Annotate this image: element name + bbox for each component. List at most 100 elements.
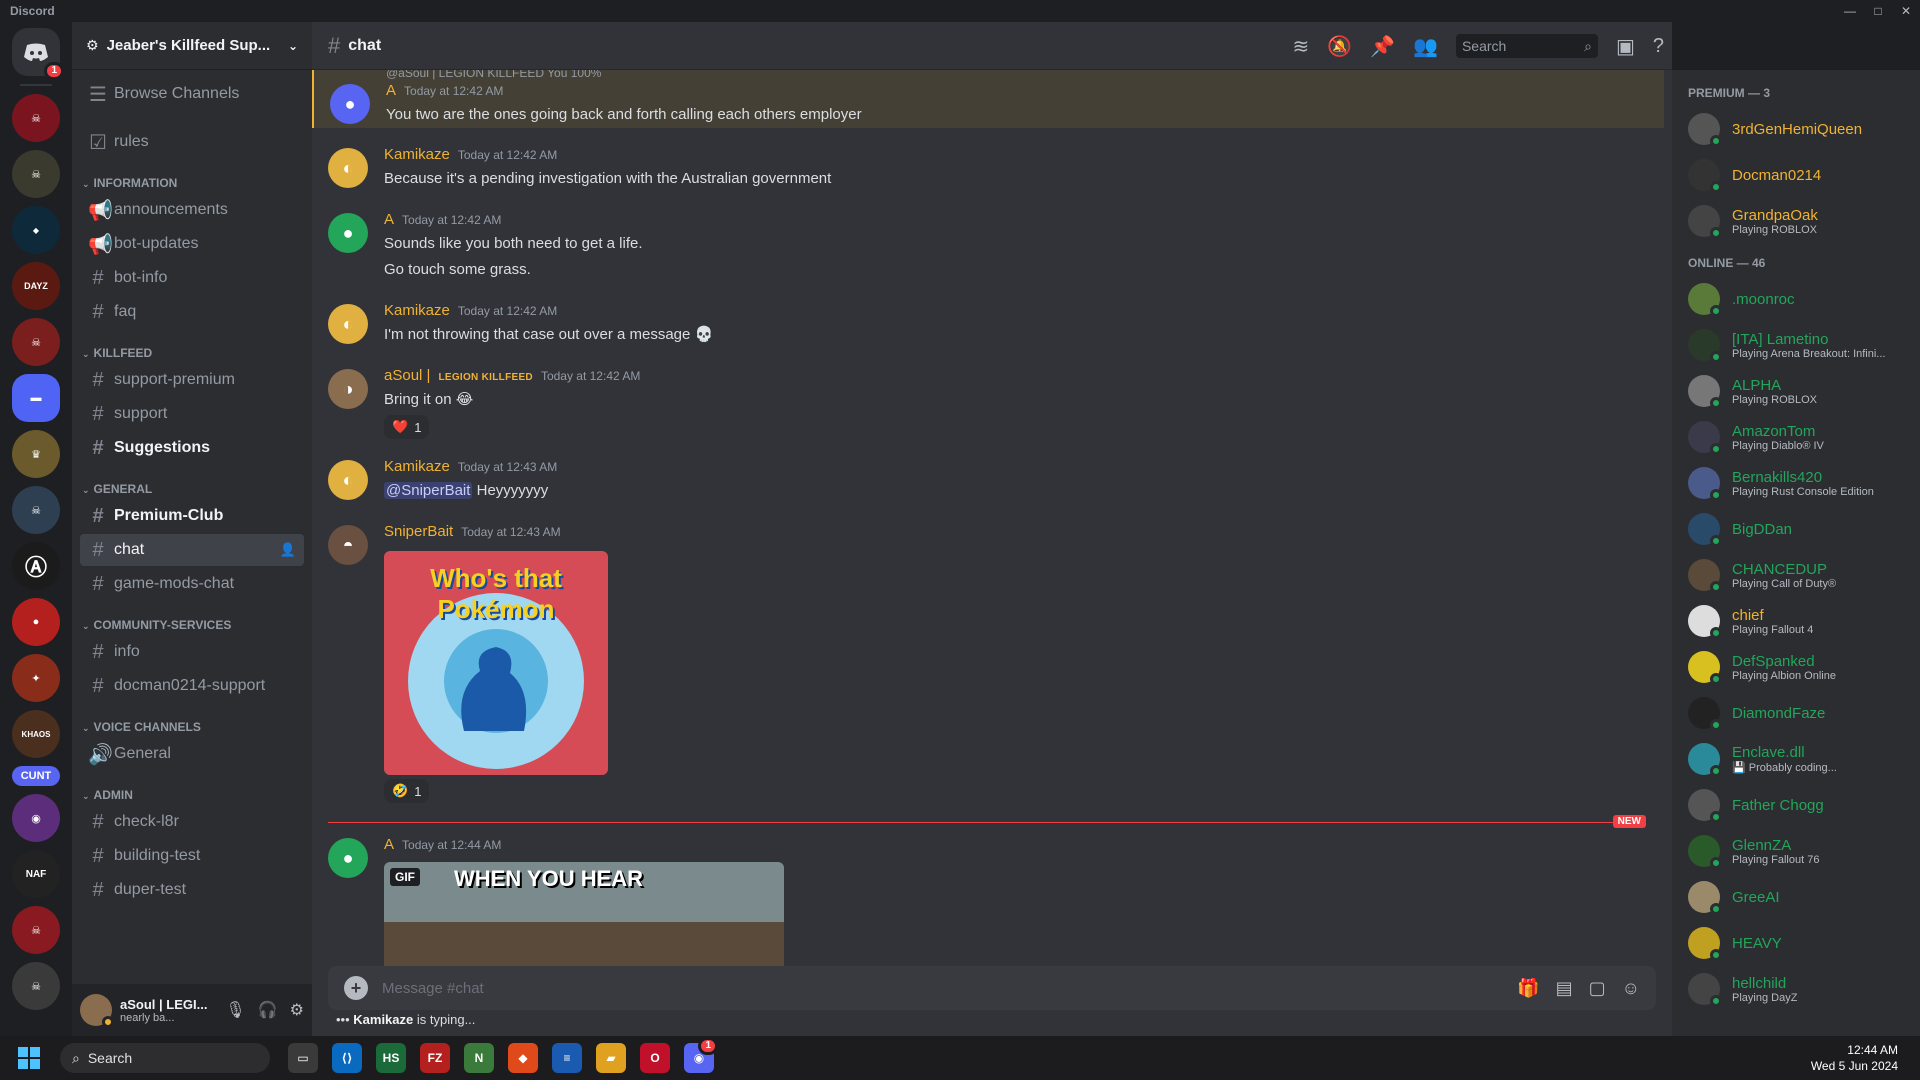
avatar[interactable]: ● <box>328 213 368 253</box>
microphone-icon[interactable]: 🎙 <box>225 1000 245 1020</box>
windows-start-icon[interactable] <box>18 1047 40 1069</box>
channel-rules[interactable]: ☑ rules <box>80 126 304 158</box>
message-author[interactable]: A <box>386 82 396 99</box>
server-icon[interactable]: Ⓐ <box>12 542 60 590</box>
avatar[interactable]: ● <box>330 84 370 124</box>
category-community-services[interactable]: ⌄ COMMUNITY-SERVICES <box>80 608 304 636</box>
invite-member-icon[interactable]: 👤 <box>280 542 296 558</box>
minimize-button[interactable]: — <box>1836 0 1864 22</box>
message-author[interactable]: A <box>384 211 394 228</box>
notepad-plus-icon[interactable]: N <box>464 1043 494 1073</box>
user-mention[interactable]: @SniperBait <box>384 482 473 499</box>
voice-channel-general[interactable]: 🔊 General <box>80 738 304 770</box>
search-input[interactable] <box>1461 38 1585 54</box>
server-header[interactable]: ⚙ Jeaber's Killfeed Sup... ⌄ <box>72 22 312 70</box>
channel-duper-test[interactable]: # duper-test <box>80 874 304 906</box>
channel-building-test[interactable]: # building-test <box>80 840 304 872</box>
message-author[interactable]: Kamikaze <box>384 458 450 475</box>
channel-support-premium[interactable]: # support-premium <box>80 364 304 396</box>
file-explorer-icon[interactable]: ▰ <box>596 1043 626 1073</box>
member-item[interactable]: DefSpanked Playing Albion Online <box>1688 644 1912 690</box>
message-author[interactable]: Kamikaze <box>384 302 450 319</box>
message-author[interactable]: A <box>384 836 394 853</box>
taskbar-search[interactable]: ⌕ Search <box>60 1043 270 1073</box>
category-killfeed[interactable]: ⌄ KILLFEED <box>80 336 304 364</box>
maximize-button[interactable]: □ <box>1864 0 1892 22</box>
server-icon[interactable]: ✦ <box>12 654 60 702</box>
reaction-heart[interactable]: ❤️ 1 <box>384 415 430 439</box>
clock[interactable]: 12:44 AM Wed 5 Jun 2024 <box>1811 1042 1898 1074</box>
member-item[interactable]: DiamondFaze <box>1688 690 1912 736</box>
headphones-icon[interactable]: 🎧 <box>258 1000 278 1020</box>
avatar[interactable]: ● <box>328 838 368 878</box>
channel-premium-club[interactable]: # Premium-Club <box>80 500 304 532</box>
member-item[interactable]: Enclave.dll 💾 Probably coding... <box>1688 736 1912 782</box>
member-item[interactable]: Father Chogg <box>1688 782 1912 828</box>
message-input[interactable] <box>382 979 1518 997</box>
member-item[interactable]: AmazonTom Playing Diablo® IV <box>1688 414 1912 460</box>
direct-messages-button[interactable]: 1 <box>12 28 64 80</box>
server-icon[interactable]: KHAOS <box>12 710 60 758</box>
task-view-icon[interactable]: ▭ <box>288 1043 318 1073</box>
avatar[interactable]: ◐ <box>328 460 368 500</box>
message-author[interactable]: aSoul | <box>384 367 430 384</box>
reaction-laugh[interactable]: 🤣 1 <box>384 779 430 803</box>
opera-icon[interactable]: O <box>640 1043 670 1073</box>
channel-announcements[interactable]: 📢 announcements <box>80 194 304 226</box>
member-item[interactable]: .moonroc <box>1688 276 1912 322</box>
help-icon[interactable]: ? <box>1653 35 1664 58</box>
avatar[interactable]: ◓ <box>328 525 368 565</box>
channel-chat[interactable]: # chat 👤 <box>80 534 304 566</box>
channel-support[interactable]: # support <box>80 398 304 430</box>
channel-faq[interactable]: # faq <box>80 296 304 328</box>
channel-bot-info[interactable]: # bot-info <box>80 262 304 294</box>
sticker-icon[interactable]: ▢ <box>1589 978 1606 999</box>
avatar[interactable]: ◑ <box>328 369 368 409</box>
category-admin[interactable]: ⌄ ADMIN <box>80 778 304 806</box>
reply-preview[interactable]: @aSoul | LEGION KILLFEED You 100% <box>386 70 1664 82</box>
member-item[interactable]: GlennZA Playing Fallout 76 <box>1688 828 1912 874</box>
avatar[interactable]: ◐ <box>328 304 368 344</box>
server-folder-icon[interactable]: ▬ <box>12 374 60 422</box>
emoji-icon[interactable]: ☺ <box>1622 978 1640 999</box>
avatar[interactable]: ◐ <box>328 148 368 188</box>
member-item[interactable]: hellchild Playing DayZ <box>1688 966 1912 1012</box>
server-icon[interactable]: ☠ <box>12 486 60 534</box>
filezilla-icon[interactable]: FZ <box>420 1043 450 1073</box>
channel-suggestions[interactable]: # Suggestions <box>80 432 304 464</box>
member-item[interactable]: GrandpaOak Playing ROBLOX <box>1688 198 1912 244</box>
category-information[interactable]: ⌄ INFORMATION <box>80 166 304 194</box>
channel-info[interactable]: # info <box>80 636 304 668</box>
member-item[interactable]: [ITA] Lametino Playing Arena Breakout: In… <box>1688 322 1912 368</box>
server-icon[interactable]: ☠ <box>12 962 60 1010</box>
category-voice-channels[interactable]: ⌄ VOICE CHANNELS <box>80 710 304 738</box>
server-icon[interactable]: ☠ <box>12 150 60 198</box>
channel-bot-updates[interactable]: 📢 bot-updates <box>80 228 304 260</box>
gif-attachment[interactable]: GIF WHEN YOU HEAR <box>384 862 784 972</box>
gif-icon[interactable]: ▤ <box>1556 978 1573 999</box>
server-icon[interactable]: ♛ <box>12 430 60 478</box>
server-icon[interactable]: DAYZ <box>12 262 60 310</box>
message-author[interactable]: Kamikaze <box>384 146 450 163</box>
notepad-icon[interactable]: ≡ <box>552 1043 582 1073</box>
server-icon[interactable]: ◉ <box>12 794 60 842</box>
member-item[interactable]: Bernakills420 Playing Rust Console Editio… <box>1688 460 1912 506</box>
inbox-icon[interactable]: ▣ <box>1616 34 1635 59</box>
channel-check-l8r[interactable]: # check-l8r <box>80 806 304 838</box>
member-item[interactable]: CHANCEDUP Playing Call of Duty® <box>1688 552 1912 598</box>
gear-icon[interactable]: ⚙ <box>290 1000 304 1020</box>
vscode-icon[interactable]: ⟨⟩ <box>332 1043 362 1073</box>
member-item[interactable]: 3rdGenHemiQueen <box>1688 106 1912 152</box>
add-attachment-button[interactable]: + <box>344 976 368 1000</box>
channel-game-mods-chat[interactable]: # game-mods-chat <box>80 568 304 600</box>
gift-icon[interactable]: 🎁 <box>1517 978 1539 999</box>
browse-channels-button[interactable]: ☰ Browse Channels <box>80 78 304 110</box>
category-general[interactable]: ⌄ GENERAL <box>80 472 304 500</box>
server-icon[interactable]: ● <box>12 598 60 646</box>
server-icon[interactable]: NAF <box>12 850 60 898</box>
member-item[interactable]: BigDDan <box>1688 506 1912 552</box>
channel-docman0214-support[interactable]: # docman0214-support <box>80 670 304 702</box>
message-author[interactable]: SniperBait <box>384 523 453 540</box>
notification-bell-icon[interactable]: 🔕 <box>1327 34 1352 59</box>
server-icon[interactable]: CUNT <box>12 766 60 786</box>
